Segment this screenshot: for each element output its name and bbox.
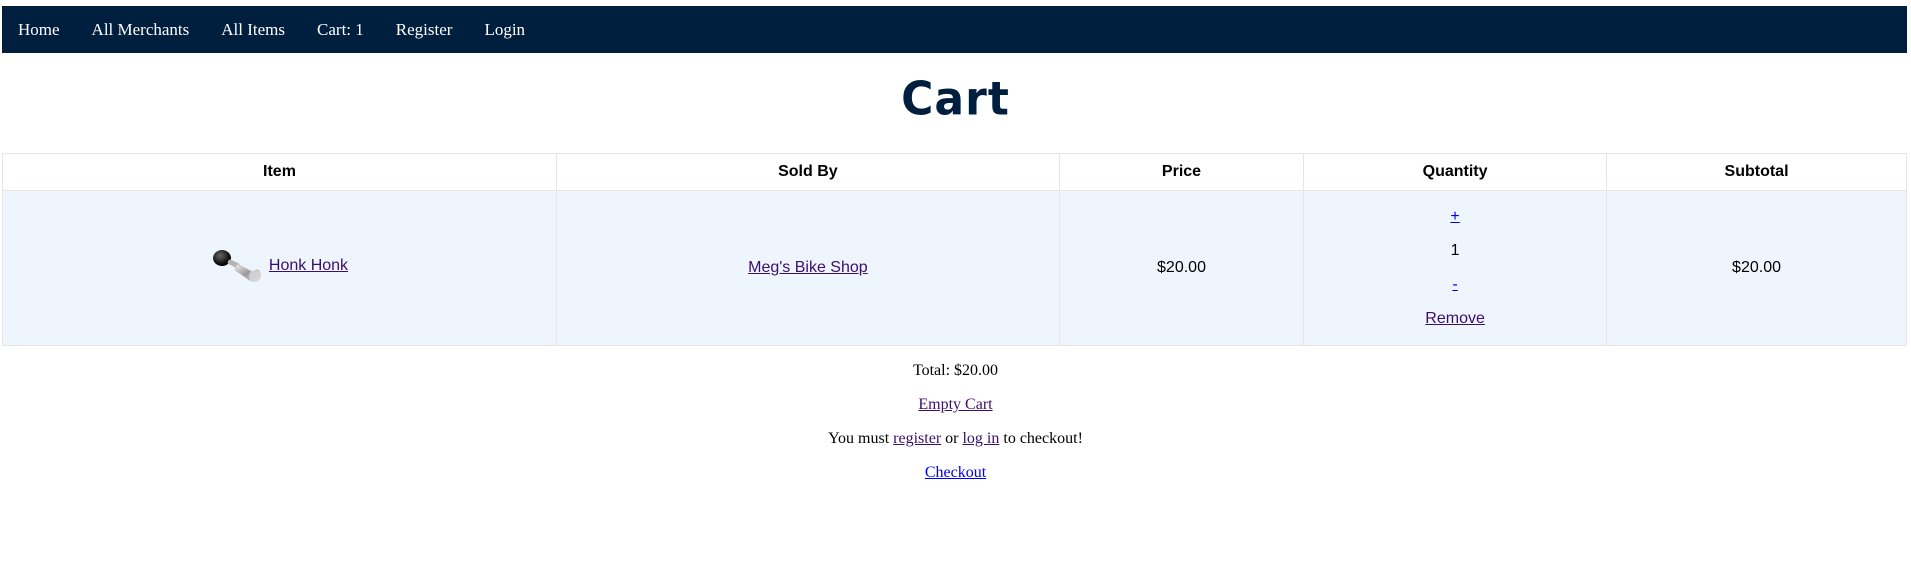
- merchant-link[interactable]: Meg's Bike Shop: [748, 259, 868, 276]
- quantity-stepper: + 1 - Remove: [1305, 200, 1605, 336]
- checkout-message-middle: or: [941, 430, 963, 447]
- checkout-link[interactable]: Checkout: [925, 464, 986, 481]
- register-link[interactable]: register: [893, 430, 941, 447]
- header-sold-by: Sold By: [555, 153, 1060, 191]
- item-name-link[interactable]: Honk Honk: [269, 257, 348, 275]
- nav-all-items-link[interactable]: All Items: [221, 20, 285, 40]
- empty-cart-row: Empty Cart: [0, 388, 1911, 422]
- table-header-row: Item Sold By Price Quantity Subtotal: [2, 153, 1907, 191]
- quantity-cell: + 1 - Remove: [1303, 190, 1608, 346]
- login-link[interactable]: log in: [962, 430, 999, 447]
- subtotal-cell: $20.00: [1606, 190, 1907, 346]
- nav-all-merchants-link[interactable]: All Merchants: [92, 20, 190, 40]
- cart-total: Total: $20.00: [912, 362, 999, 379]
- top-navbar: Home All Merchants All Items Cart: 1 Reg…: [2, 6, 1907, 53]
- nav-register-link[interactable]: Register: [396, 20, 453, 40]
- checkout-message-prefix: You must: [828, 430, 894, 447]
- header-price: Price: [1058, 153, 1305, 191]
- nav-home-link[interactable]: Home: [18, 20, 60, 40]
- header-subtotal: Subtotal: [1606, 153, 1907, 191]
- sold-by-cell: Meg's Bike Shop: [555, 190, 1060, 346]
- table-row: Honk Honk Meg's Bike Shop $20.00 + 1 - R…: [2, 190, 1907, 346]
- page-title: Cart: [901, 72, 1010, 127]
- item-cell: Honk Honk: [2, 190, 557, 346]
- cart-summary: Total: $20.00 Empty Cart You must regist…: [0, 354, 1911, 490]
- decrement-quantity-button[interactable]: -: [1452, 268, 1457, 302]
- checkout-message: You must register or log in to checkout!: [0, 422, 1911, 456]
- nav-cart-link[interactable]: Cart: 1: [317, 20, 364, 40]
- checkout-message-suffix: to checkout!: [999, 430, 1083, 447]
- nav-login-link[interactable]: Login: [484, 20, 525, 40]
- price-cell: $20.00: [1058, 190, 1305, 346]
- bike-horn-icon: [211, 248, 263, 284]
- cart-table: Item Sold By Price Quantity Subtotal Hon…: [2, 153, 1907, 346]
- increment-quantity-button[interactable]: +: [1450, 200, 1459, 234]
- header-item: Item: [2, 153, 557, 191]
- empty-cart-link[interactable]: Empty Cart: [918, 396, 992, 413]
- remove-item-link[interactable]: Remove: [1425, 302, 1485, 336]
- quantity-value: 1: [1450, 242, 1460, 259]
- checkout-row: Checkout: [0, 456, 1911, 490]
- header-quantity: Quantity: [1303, 153, 1608, 191]
